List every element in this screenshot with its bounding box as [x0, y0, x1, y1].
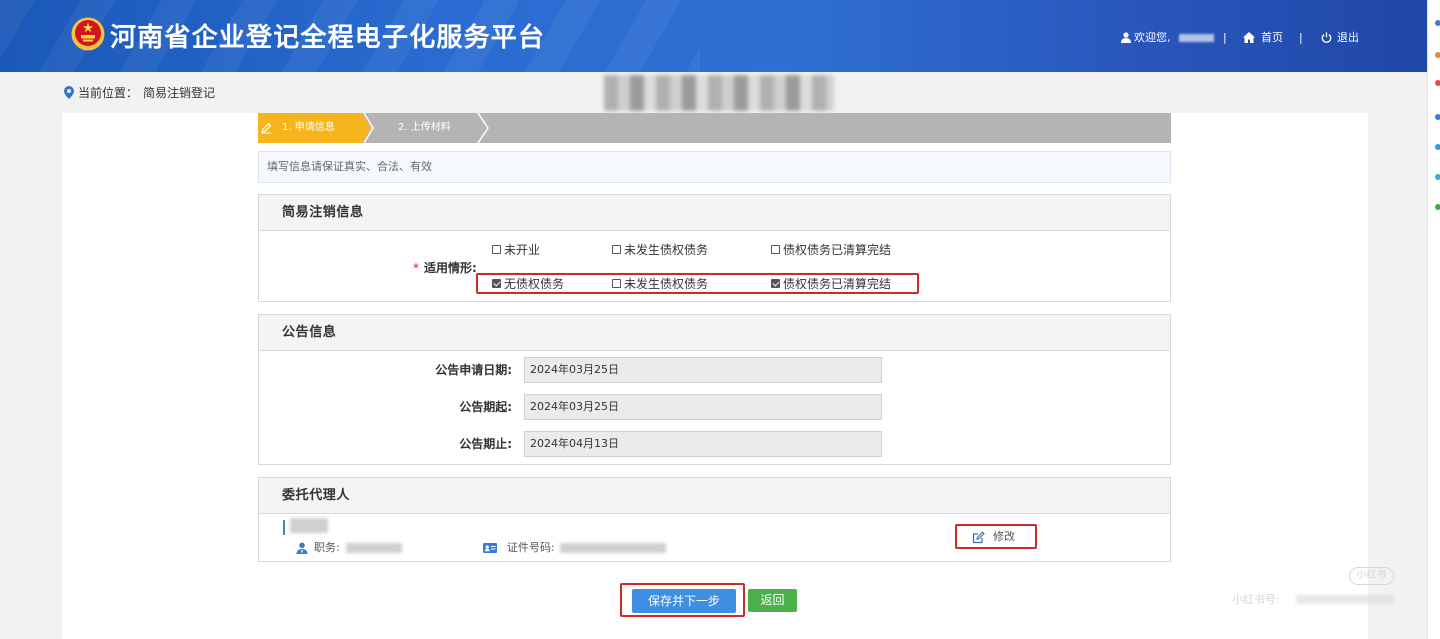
announcement-end-field[interactable]: 2024年04月13日	[524, 431, 882, 457]
person-icon	[296, 542, 308, 554]
power-icon[interactable]	[1321, 32, 1332, 43]
id-card-icon	[483, 543, 497, 553]
checkbox[interactable]	[492, 244, 501, 254]
section-title: 委托代理人	[259, 478, 1170, 514]
redacted-username	[1179, 34, 1214, 42]
checkbox[interactable]	[771, 244, 780, 254]
breadcrumb-label: 当前位置：	[78, 86, 139, 100]
section-title: 简易注销信息	[259, 195, 1170, 231]
highlight-box	[620, 583, 745, 617]
agent-name-marker	[283, 520, 285, 535]
welcome-text: 欢迎您,	[1134, 31, 1171, 44]
pencil-icon	[261, 122, 272, 134]
redacted-id-number	[560, 543, 666, 553]
sidebar-app-icon[interactable]	[1435, 52, 1440, 58]
breadcrumb-current: 简易注销登记	[143, 86, 216, 100]
header-separator: |	[1299, 31, 1303, 44]
position-label: 职务:	[314, 541, 340, 554]
watermark-badge: 小红书	[1349, 567, 1394, 585]
watermark-account-number	[1296, 595, 1394, 604]
location-pin-icon	[64, 86, 74, 99]
sidebar-app-icon[interactable]	[1435, 174, 1440, 180]
site-title: 河南省企业登记全程电子化服务平台	[110, 23, 546, 53]
option-not-opened[interactable]: 未开业	[492, 242, 541, 257]
redacted-company-name	[604, 75, 834, 111]
watermark-account-label: 小红书号:	[1232, 593, 1280, 606]
option-label: 债权债务已清算完结	[783, 242, 892, 257]
announcement-start-field[interactable]: 2024年03月25日	[524, 394, 882, 420]
option-no-debt-incurred[interactable]: 未发生债权债务	[612, 242, 709, 257]
highlight-box	[955, 524, 1037, 549]
required-mark: *	[413, 261, 419, 275]
notice-banner: 填写信息请保证真实、合法、有效	[258, 151, 1171, 183]
option-debt-settled[interactable]: 债权债务已清算完结	[771, 242, 892, 257]
option-label: 未发生债权债务	[624, 242, 709, 257]
browser-sidebar	[1427, 0, 1440, 639]
id-number-label: 证件号码:	[507, 541, 555, 554]
national-emblem-icon	[71, 17, 105, 51]
back-button[interactable]: 返回	[748, 589, 797, 612]
announcement-apply-date-field[interactable]: 2024年03月25日	[524, 357, 882, 383]
announcement-end-label: 公告期止:	[459, 437, 512, 451]
user-icon	[1121, 32, 1131, 43]
top-header: 河南省企业登记全程电子化服务平台 欢迎您, | 首页 | 退出	[0, 0, 1427, 72]
redacted-position	[346, 543, 402, 553]
applicable-situation-label: 适用情形:	[424, 261, 477, 275]
sidebar-app-icon[interactable]	[1435, 20, 1440, 26]
checkbox[interactable]	[612, 244, 621, 254]
header-separator: |	[1223, 31, 1227, 44]
step-1-apply-info[interactable]: 1. 申请信息	[282, 121, 335, 135]
sidebar-app-icon[interactable]	[1435, 80, 1440, 86]
home-link[interactable]: 首页	[1261, 31, 1283, 45]
redacted-agent-name	[290, 518, 328, 533]
home-icon[interactable]	[1243, 32, 1255, 43]
step-bar	[258, 113, 1171, 143]
sidebar-app-icon[interactable]	[1435, 114, 1440, 120]
sidebar-app-icon[interactable]	[1435, 204, 1440, 210]
sidebar-app-icon[interactable]	[1435, 144, 1440, 150]
announcement-apply-date-label: 公告申请日期:	[435, 363, 512, 377]
step-2-upload-materials[interactable]: 2. 上传材料	[398, 121, 451, 135]
option-label: 未开业	[504, 242, 541, 257]
section-title: 公告信息	[259, 315, 1170, 351]
announcement-start-label: 公告期起:	[459, 400, 512, 414]
logout-link[interactable]: 退出	[1337, 31, 1359, 45]
highlight-box	[476, 273, 919, 294]
